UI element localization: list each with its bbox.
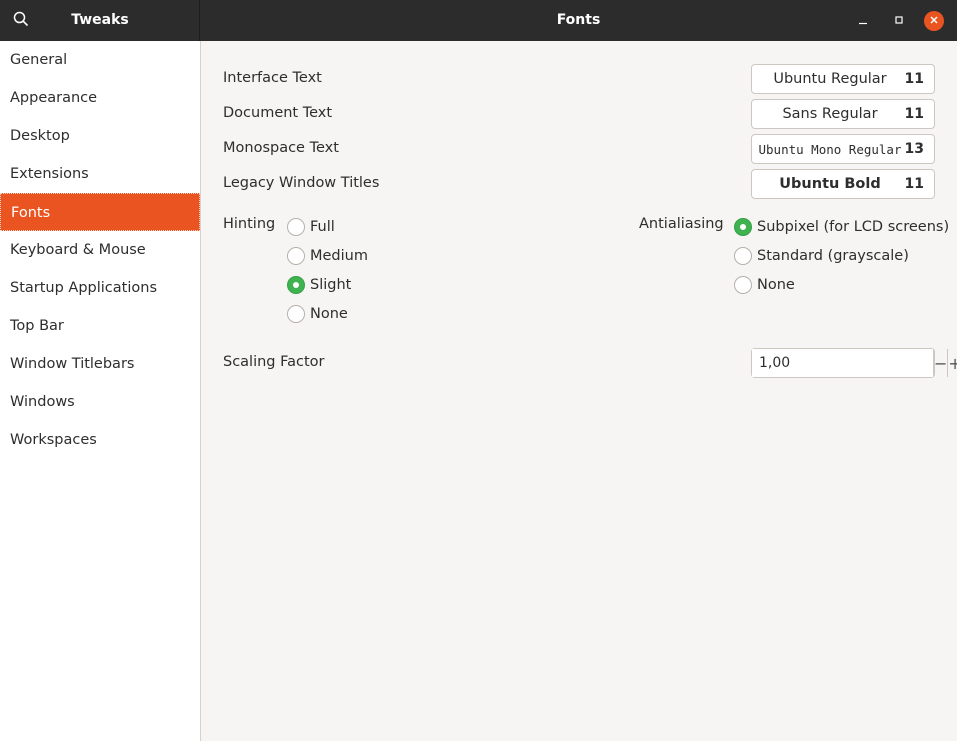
scaling-factor-input[interactable] — [752, 349, 933, 377]
sidebar: General Appearance Desktop Extensions Fo… — [0, 41, 201, 741]
radio-indicator — [287, 218, 305, 236]
page-title: Fonts — [556, 12, 601, 28]
font-size: 11 — [904, 106, 924, 122]
minus-icon: − — [934, 353, 948, 373]
scaling-factor-spinbutton: − + — [751, 348, 957, 378]
font-name: Ubuntu Bold — [779, 176, 881, 192]
monospace-text-label: Monospace Text — [223, 140, 339, 156]
font-name: Ubuntu Mono Regular — [758, 142, 902, 157]
hinting-medium-radio[interactable]: Medium — [287, 247, 368, 265]
antialiasing-none-radio[interactable]: None — [734, 276, 795, 294]
legacy-titles-font-button[interactable]: Ubuntu Bold 11 — [751, 169, 935, 199]
sidebar-item-keyboard-mouse[interactable]: Keyboard & Mouse — [0, 231, 200, 269]
app-title: Tweaks — [71, 12, 129, 28]
hinting-slight-radio[interactable]: Slight — [287, 276, 351, 294]
hinting-label: Hinting — [223, 216, 276, 232]
radio-label: Medium — [310, 248, 368, 264]
sidebar-item-workspaces[interactable]: Workspaces — [0, 421, 200, 459]
increment-button[interactable]: + — [947, 349, 957, 377]
radio-label: Slight — [310, 277, 352, 293]
header-left-pane: Tweaks — [0, 0, 200, 41]
radio-label: Full — [310, 219, 335, 235]
document-font-button[interactable]: Sans Regular 11 — [751, 99, 935, 129]
legacy-window-titles-label: Legacy Window Titles — [223, 175, 380, 191]
font-name: Sans Regular — [782, 106, 878, 122]
maximize-button[interactable] — [889, 11, 909, 31]
font-size: 11 — [904, 71, 924, 87]
radio-label: None — [757, 277, 795, 293]
antialiasing-standard-radio[interactable]: Standard (grayscale) — [734, 247, 909, 265]
header-bar: Tweaks Fonts — [0, 0, 957, 41]
radio-indicator — [287, 276, 305, 294]
sidebar-item-desktop[interactable]: Desktop — [0, 117, 200, 155]
font-size: 11 — [904, 176, 924, 192]
radio-indicator — [734, 276, 752, 294]
fonts-panel: Interface Text Ubuntu Regular 11 Documen… — [201, 41, 957, 741]
sidebar-item-startup-applications[interactable]: Startup Applications — [0, 269, 200, 307]
minimize-icon — [858, 13, 868, 29]
hinting-full-radio[interactable]: Full — [287, 218, 335, 236]
maximize-icon — [894, 13, 904, 29]
plus-icon: + — [948, 353, 957, 373]
scaling-factor-label: Scaling Factor — [223, 354, 325, 370]
interface-text-label: Interface Text — [223, 70, 322, 86]
radio-indicator — [287, 247, 305, 265]
radio-indicator — [734, 247, 752, 265]
sidebar-item-top-bar[interactable]: Top Bar — [0, 307, 200, 345]
sidebar-item-general[interactable]: General — [0, 41, 200, 79]
radio-label: None — [310, 306, 348, 322]
sidebar-item-fonts[interactable]: Fonts — [0, 193, 200, 231]
monospace-font-button[interactable]: Ubuntu Mono Regular 13 — [751, 134, 935, 164]
radio-indicator — [287, 305, 305, 323]
font-size: 13 — [904, 141, 924, 157]
antialiasing-label: Antialiasing — [639, 216, 724, 232]
radio-label: Subpixel (for LCD screens) — [757, 219, 950, 235]
antialiasing-subpixel-radio[interactable]: Subpixel (for LCD screens) — [734, 218, 949, 236]
hinting-none-radio[interactable]: None — [287, 305, 348, 323]
font-name: Ubuntu Regular — [773, 71, 887, 87]
radio-indicator — [734, 218, 752, 236]
sidebar-item-windows[interactable]: Windows — [0, 383, 200, 421]
close-button[interactable] — [924, 11, 944, 31]
interface-font-button[interactable]: Ubuntu Regular 11 — [751, 64, 935, 94]
sidebar-item-window-titlebars[interactable]: Window Titlebars — [0, 345, 200, 383]
document-text-label: Document Text — [223, 105, 333, 121]
minimize-button[interactable] — [853, 11, 873, 31]
decrement-button[interactable]: − — [933, 349, 947, 377]
sidebar-item-extensions[interactable]: Extensions — [0, 155, 200, 193]
close-icon — [929, 13, 939, 29]
radio-label: Standard (grayscale) — [757, 248, 909, 264]
sidebar-item-appearance[interactable]: Appearance — [0, 79, 200, 117]
